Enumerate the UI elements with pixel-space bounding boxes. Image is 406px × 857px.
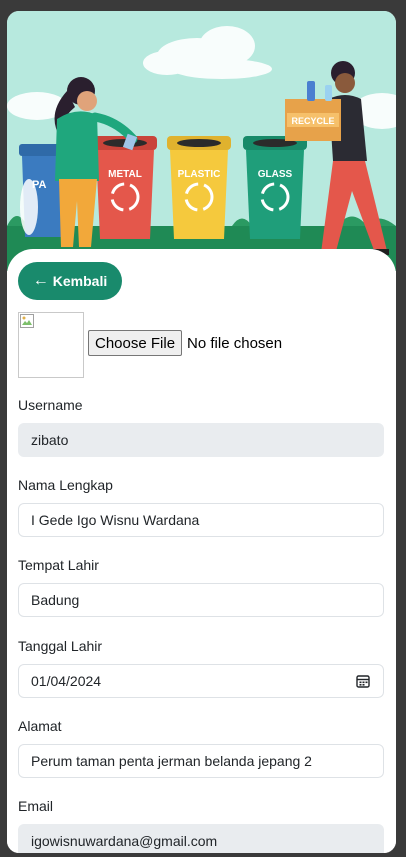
bin-plastic: PLASTIC	[167, 136, 231, 239]
file-status: No file chosen	[187, 334, 283, 352]
bin-metal-label: METAL	[108, 169, 142, 180]
profile-image	[18, 312, 84, 378]
username-label: Username	[18, 397, 83, 413]
full-name-field[interactable]: I Gede Igo Wisnu Wardana	[18, 503, 384, 537]
birth-date-field[interactable]: 01/04/2024	[18, 664, 384, 698]
email-label: Email	[18, 798, 54, 814]
profile-form-card: ← Kembali Choose File No file chosen Use…	[7, 249, 396, 853]
bin-metal: METAL	[93, 136, 157, 239]
email-field[interactable]: igowisnuwardana@gmail.com	[18, 824, 384, 853]
file-input: Choose File No file chosen	[88, 330, 282, 356]
choose-file-button[interactable]: Choose File	[88, 330, 183, 356]
broken-image-icon	[20, 314, 34, 328]
birth-date-label: Tanggal Lahir	[18, 638, 103, 654]
recycling-illustration: PA METAL PLASTIC GLASS RECYCLE	[7, 11, 396, 271]
address-label: Alamat	[18, 718, 62, 734]
app-frame: PA METAL PLASTIC GLASS RECYCLE ← Kembali…	[7, 11, 396, 853]
full-name-label: Nama Lengkap	[18, 477, 113, 493]
bin-plastic-label: PLASTIC	[178, 169, 221, 180]
birth-place-field[interactable]: Badung	[18, 583, 384, 617]
bin-glass-label: GLASS	[258, 169, 293, 180]
back-button[interactable]: ← Kembali	[18, 262, 122, 300]
username-field[interactable]: zibato	[18, 423, 384, 457]
recycle-box-label: RECYCLE	[291, 116, 334, 126]
bin-glass: GLASS	[243, 136, 307, 239]
birth-place-label: Tempat Lahir	[18, 557, 99, 573]
birth-date-value: 01/04/2024	[31, 673, 102, 689]
back-button-label: Kembali	[52, 273, 108, 289]
recycling-illustration-svg: PA METAL PLASTIC GLASS RECYCLE	[7, 26, 396, 271]
calendar-icon[interactable]	[356, 674, 370, 688]
address-field[interactable]: Perum taman penta jerman belanda jepang …	[18, 744, 384, 778]
arrow-left-icon: ←	[32, 272, 49, 289]
